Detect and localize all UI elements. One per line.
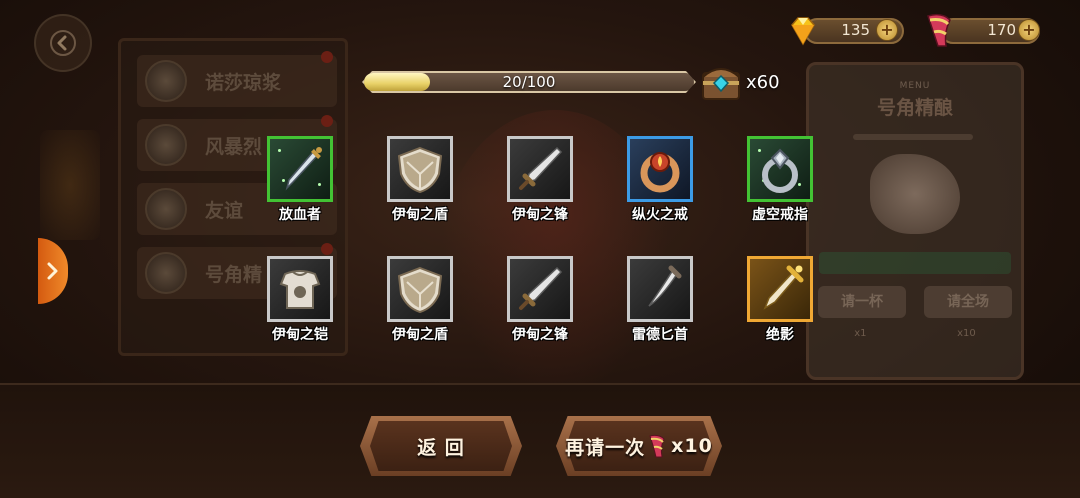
draw-progress-bar: 20/100 [362, 71, 696, 93]
horn-count: 170 [987, 21, 1016, 39]
item-frame[interactable] [627, 256, 693, 322]
background-menu-panel: MENU 号角精酿 请一杯 请全场 x1 x10 [806, 62, 1024, 380]
draw-again-button[interactable]: 再请一次 x10 [556, 416, 722, 476]
reward-item[interactable]: 伊甸之盾 [387, 136, 453, 224]
item-frame[interactable] [387, 256, 453, 322]
item-frame[interactable] [507, 256, 573, 322]
void-ring-icon [762, 148, 798, 193]
reward-item[interactable]: 雷德匕首 [627, 256, 693, 344]
sword-icon [519, 266, 563, 310]
dagger-icon [285, 147, 322, 191]
sword-icon [519, 146, 563, 190]
item-frame[interactable] [747, 136, 813, 202]
chest-count: x60 [746, 72, 780, 93]
horn-icon [927, 13, 951, 47]
golden-dagger-icon [763, 265, 804, 310]
draw-again-label: 再请一次 [565, 436, 646, 459]
reward-item[interactable]: 纵火之戒 [627, 136, 693, 224]
gem-currency: 135 + [786, 17, 908, 46]
return-button[interactable]: 返 回 [360, 416, 522, 476]
item-frame[interactable] [267, 136, 333, 202]
return-button-label: 返 回 [417, 436, 465, 459]
reward-item[interactable]: 绝影 [747, 256, 813, 344]
treasure-chest-icon [702, 68, 740, 100]
add-gems-button[interactable]: + [876, 19, 898, 41]
gem-count: 135 [841, 21, 870, 39]
reward-item[interactable]: 伊甸之盾 [387, 256, 453, 344]
add-horns-button[interactable]: + [1018, 19, 1040, 41]
shield-icon [397, 266, 443, 314]
draw-again-cost: x10 [671, 435, 713, 457]
reward-item[interactable]: 伊甸之铠 [267, 256, 333, 344]
item-frame[interactable] [507, 136, 573, 202]
item-name: 绝影 [766, 327, 794, 343]
reward-item[interactable]: 放血者 [267, 136, 333, 224]
background-floor [0, 383, 1080, 498]
chevron-left-icon [50, 30, 76, 56]
lantern-glow [40, 130, 100, 240]
fire-ring-icon [640, 152, 680, 193]
item-name: 放血者 [279, 207, 321, 223]
item-frame[interactable] [387, 136, 453, 202]
item-frame[interactable] [267, 256, 333, 322]
bg-tab: 诺莎琼浆 [137, 51, 337, 107]
item-name: 雷德匕首 [632, 327, 688, 343]
gem-icon [791, 17, 815, 46]
curved-dagger-icon [648, 265, 682, 307]
shield-icon [397, 146, 443, 194]
back-arrow-button[interactable] [34, 14, 92, 72]
item-name: 伊甸之锋 [512, 327, 568, 343]
horn-cost-icon [649, 434, 665, 458]
chevron-right-icon [47, 262, 58, 280]
reward-item[interactable]: 伊甸之锋 [507, 256, 573, 344]
horn-illustration [870, 154, 960, 234]
reward-item[interactable]: 伊甸之锋 [507, 136, 573, 224]
item-name: 虚空戒指 [752, 207, 808, 223]
armor-icon [279, 270, 321, 309]
item-name: 纵火之戒 [632, 207, 688, 223]
horn-currency: 170 + [922, 13, 1044, 47]
progress-text: 20/100 [502, 73, 556, 91]
item-frame[interactable] [627, 136, 693, 202]
item-name: 伊甸之盾 [392, 327, 448, 343]
item-frame[interactable] [747, 256, 813, 322]
reward-item[interactable]: 虚空戒指 [747, 136, 813, 224]
item-name: 伊甸之铠 [272, 327, 328, 343]
item-name: 伊甸之盾 [392, 207, 448, 223]
item-name: 伊甸之锋 [512, 207, 568, 223]
